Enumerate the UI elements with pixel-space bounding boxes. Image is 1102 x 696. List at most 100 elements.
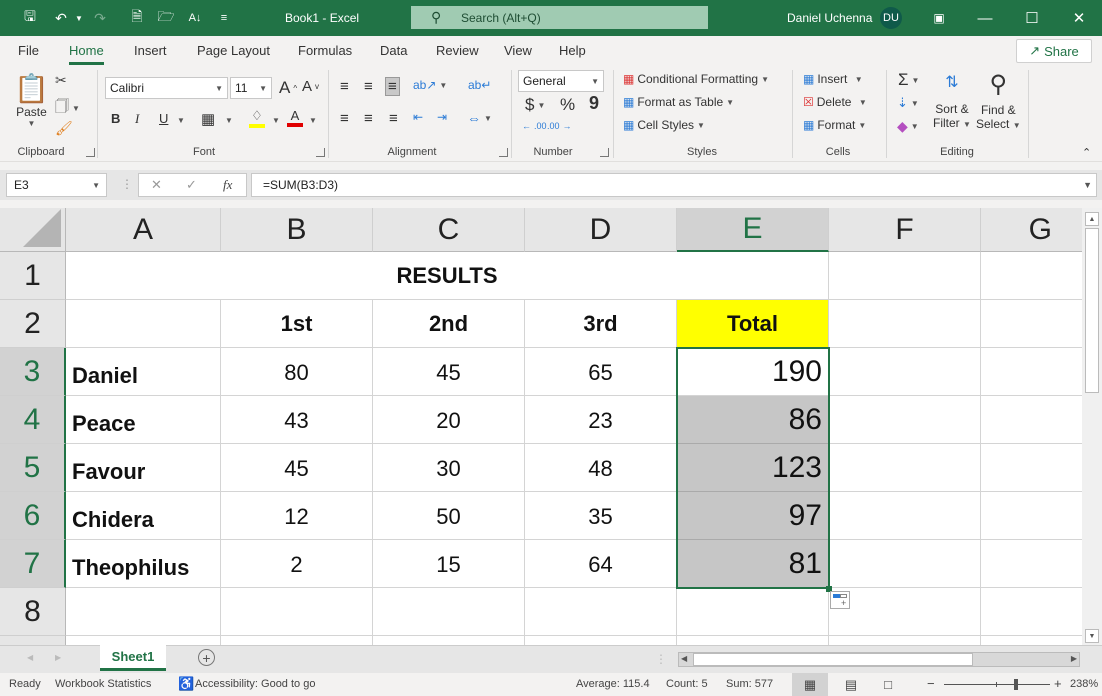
cell-b6[interactable]: 12 — [221, 492, 373, 540]
cell-styles-button[interactable]: ▦ Cell Styles ▼ — [623, 118, 705, 132]
cell-e3[interactable]: 190 — [677, 348, 829, 396]
workbook-statistics-button[interactable]: Workbook Statistics — [55, 678, 151, 690]
formula-input[interactable]: =SUM(B3:D3) ▼ — [251, 173, 1097, 197]
format-painter-icon[interactable]: 🖌 — [55, 120, 73, 137]
decrease-decimal-button[interactable]: .00 → — [547, 121, 572, 131]
format-cells-button[interactable]: ▦ Format ▼ — [803, 118, 866, 132]
zoom-slider-knob[interactable] — [1014, 679, 1018, 690]
cell-e9[interactable] — [677, 636, 829, 645]
tab-split-handle[interactable]: ⋮ — [655, 652, 667, 666]
tab-data[interactable]: Data — [380, 43, 407, 58]
increase-font-size-icon[interactable]: A ^ — [279, 78, 297, 98]
cut-icon[interactable]: ✂ — [55, 72, 67, 89]
tab-page-layout[interactable]: Page Layout — [197, 43, 270, 58]
cell-b8[interactable] — [221, 588, 373, 636]
cell-b3[interactable]: 80 — [221, 348, 373, 396]
undo-dropdown-icon[interactable]: ▼ — [68, 8, 90, 28]
row-header-9[interactable] — [0, 636, 66, 645]
page-layout-view-icon[interactable]: ▤ — [833, 673, 869, 696]
page-break-preview-icon[interactable]: □ — [870, 673, 906, 696]
cell-c2[interactable]: 2nd — [373, 300, 525, 348]
cell-e4[interactable]: 86 — [677, 396, 829, 444]
cell-e6[interactable]: 97 — [677, 492, 829, 540]
next-sheet-icon[interactable]: ▶ — [55, 653, 61, 662]
normal-view-icon[interactable]: ▦ — [792, 673, 828, 696]
middle-align-icon[interactable]: ≡ — [364, 78, 373, 95]
open-folder-icon[interactable]: 🗁 — [155, 8, 177, 28]
copy-icon[interactable]: 🗍 ▼ — [55, 96, 80, 120]
column-header-e[interactable]: E — [677, 208, 829, 252]
cell-g7[interactable] — [981, 540, 1082, 588]
align-left-icon[interactable]: ≡ — [340, 110, 349, 127]
search-box[interactable]: ⚲ Search (Alt+Q) — [411, 6, 708, 29]
enter-icon[interactable]: ✓ — [186, 177, 197, 193]
column-header-f[interactable]: F — [829, 208, 981, 252]
cell-f7[interactable] — [829, 540, 981, 588]
row-header-2[interactable]: 2 — [0, 300, 66, 348]
cell-f6[interactable] — [829, 492, 981, 540]
font-name-select[interactable]: Calibri ▼ — [105, 77, 228, 99]
cell-f3[interactable] — [829, 348, 981, 396]
cell-c6[interactable]: 50 — [373, 492, 525, 540]
number-launcher-icon[interactable] — [600, 148, 609, 157]
add-sheet-icon[interactable]: + — [198, 649, 215, 666]
row-header-1[interactable]: 1 — [0, 252, 66, 300]
percent-button[interactable]: % — [560, 95, 575, 115]
cell-g6[interactable] — [981, 492, 1082, 540]
prev-sheet-icon[interactable]: ◀ — [27, 653, 33, 662]
cell-f2[interactable] — [829, 300, 981, 348]
vertical-scroll-thumb[interactable] — [1085, 228, 1099, 393]
conditional-formatting-button[interactable]: ▦ Conditional Formatting ▼ — [623, 72, 769, 86]
alignment-launcher-icon[interactable] — [499, 148, 508, 157]
font-color-dropdown-icon[interactable]: ▼ — [309, 116, 317, 125]
cell-g3[interactable] — [981, 348, 1082, 396]
tab-help[interactable]: Help — [559, 43, 586, 58]
maximize-icon[interactable]: ☐ — [1021, 8, 1043, 28]
italic-button[interactable]: I — [135, 111, 139, 127]
cell-c7[interactable]: 15 — [373, 540, 525, 588]
cell-c4[interactable]: 20 — [373, 396, 525, 444]
cell-f9[interactable] — [829, 636, 981, 645]
cell-e2[interactable]: Total — [677, 300, 829, 348]
ribbon-display-options-icon[interactable]: ▣ — [928, 8, 950, 28]
cell-c9[interactable] — [373, 636, 525, 645]
scroll-left-icon[interactable]: ◀ — [681, 654, 687, 663]
cell-g8[interactable] — [981, 588, 1082, 636]
customize-toolbar-icon[interactable]: ≡ — [213, 8, 235, 28]
zoom-out-icon[interactable]: − — [927, 676, 935, 691]
cell-d7[interactable]: 64 — [525, 540, 677, 588]
sort-ascending-icon[interactable]: A↓ — [184, 8, 206, 28]
avatar[interactable]: DU — [880, 7, 902, 29]
wrap-text-icon[interactable]: ab↵ — [468, 78, 491, 92]
fill-icon[interactable]: ⇣ ▼ — [897, 95, 919, 111]
cell-f8[interactable] — [829, 588, 981, 636]
cell-f5[interactable] — [829, 444, 981, 492]
font-size-select[interactable]: 11 ▼ — [230, 77, 272, 99]
merge-center-icon[interactable]: ⇔ ▼ — [467, 110, 492, 126]
cell-a4[interactable]: Peace — [66, 396, 221, 444]
cell-d8[interactable] — [525, 588, 677, 636]
cell-b5[interactable]: 45 — [221, 444, 373, 492]
resize-handle-icon[interactable]: ⋮ — [121, 177, 133, 191]
cell-d2[interactable]: 3rd — [525, 300, 677, 348]
increase-indent-icon[interactable]: ⇥ — [437, 110, 447, 124]
cell-b7[interactable]: 2 — [221, 540, 373, 588]
sheet-tab-sheet1[interactable]: Sheet1 — [100, 645, 166, 671]
column-header-g[interactable]: G — [981, 208, 1082, 252]
quick-analysis-icon[interactable]: + — [830, 591, 850, 609]
cell-a2[interactable] — [66, 300, 221, 348]
decrease-indent-icon[interactable]: ⇤ — [413, 110, 423, 124]
cell-e5[interactable]: 123 — [677, 444, 829, 492]
cell-g1[interactable] — [981, 252, 1082, 300]
autosum-icon[interactable]: Σ ▼ — [898, 70, 919, 90]
borders-icon[interactable]: ▦ — [201, 110, 215, 128]
delete-cells-button[interactable]: ☒ Delete ▼ — [803, 95, 867, 109]
cell-a7[interactable]: Theophilus — [66, 540, 221, 588]
underline-dropdown-icon[interactable]: ▼ — [177, 116, 185, 125]
cell-b9[interactable] — [221, 636, 373, 645]
cell-f1[interactable] — [829, 252, 981, 300]
column-header-d[interactable]: D — [525, 208, 677, 252]
sort-filter-button[interactable]: ⇅ Sort & Filter ▼ — [933, 72, 971, 130]
row-header-6[interactable]: 6 — [0, 492, 66, 540]
cell-c5[interactable]: 30 — [373, 444, 525, 492]
